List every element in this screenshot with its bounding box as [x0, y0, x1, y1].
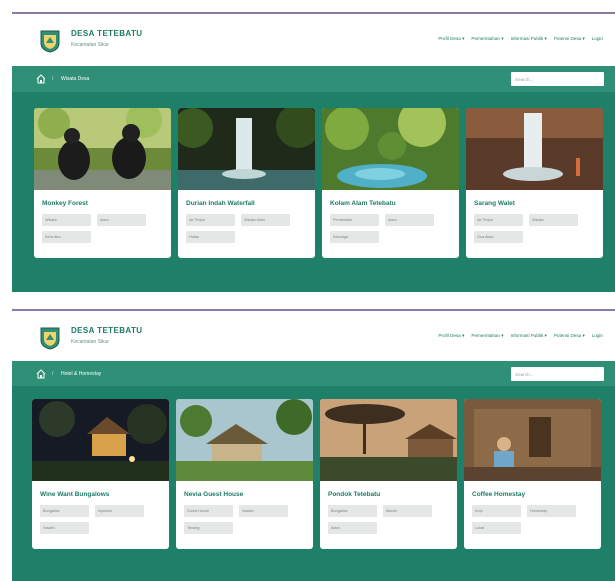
card-tags: Air Terjun Wisata Gua Alam — [466, 214, 603, 243]
card-grid: Monkey Forest Wisata Alam Kera Abu Duria… — [12, 92, 615, 292]
card-photo — [32, 399, 169, 481]
card-title: Durian Indah Waterfall — [186, 200, 255, 207]
home-icon[interactable] — [36, 369, 46, 379]
breadcrumb-current: Wisata Desa — [61, 76, 90, 82]
nav-informasi-publik[interactable]: Informasi Publik ▾ — [511, 36, 547, 42]
screen-hotel-homestay: DESA TETEBATU Kecamatan Sikur Profil Des… — [12, 309, 615, 581]
nav-profil-desa[interactable]: Profil Desa ▾ — [438, 36, 464, 42]
tag: Sawah — [239, 505, 288, 517]
shield-logo-icon[interactable] — [39, 326, 61, 350]
tag: Nyaman — [95, 505, 144, 517]
tag: Homestay — [527, 505, 576, 517]
card-title: Pondok Tetebatu — [328, 491, 381, 498]
site-header: DESA TETEBATU Kecamatan Sikur Profil Des… — [12, 14, 615, 62]
site-title: DESA TETEBATU — [71, 29, 143, 38]
tag: Kera Abu — [42, 231, 91, 243]
card-title: Monkey Forest — [42, 200, 88, 207]
card-monkey-forest[interactable]: Monkey Forest Wisata Alam Kera Abu — [34, 108, 171, 258]
tag: Alam — [97, 214, 146, 226]
card-tags: Bungalow Nyaman Sawah — [32, 505, 169, 534]
card-tags: Wisata Alam Kera Abu — [34, 214, 171, 243]
tag: Lokal — [472, 522, 521, 534]
site-title: DESA TETEBATU — [71, 326, 143, 335]
card-tags: Air Terjun Wisata Alam Hutan — [178, 214, 315, 243]
nav-login[interactable]: Login — [592, 333, 603, 339]
site-subtitle: Kecamatan Sikur — [71, 339, 110, 345]
page: DESA TETEBATU Kecamatan Sikur Profil Des… — [0, 0, 615, 581]
tag: Air Terjun — [474, 214, 523, 226]
tag: Sawah — [40, 522, 89, 534]
nav-login[interactable]: Login — [592, 36, 603, 42]
card-kolam-alam-tetebatu[interactable]: Kolam Alam Tetebatu Pemandian Alam Kelua… — [322, 108, 459, 258]
tag: Wisata — [42, 214, 91, 226]
tag: Hutan — [186, 231, 235, 243]
card-grid: Wine Want Bungalows Bungalow Nyaman Sawa… — [12, 386, 615, 581]
tag: Alam — [328, 522, 377, 534]
tag: Kopi — [472, 505, 521, 517]
card-title: Coffee Homestay — [472, 491, 526, 498]
breadcrumb: / Hotel & Homestay — [12, 361, 615, 386]
card-sarang-walet[interactable]: Sarang Walet Air Terjun Wisata Gua Alam — [466, 108, 603, 258]
tag: Murah — [383, 505, 432, 517]
card-photo — [176, 399, 313, 481]
breadcrumb-current: Hotel & Homestay — [61, 371, 102, 377]
breadcrumb-separator: / — [52, 76, 54, 82]
card-pondok-tetebatu[interactable]: Pondok Tetebatu Bungalow Murah Alam — [320, 399, 457, 549]
card-tags: Pemandian Alam Keluarga — [322, 214, 459, 243]
tag: Bungalow — [40, 505, 89, 517]
tag: Wisata Alam — [241, 214, 290, 226]
home-icon[interactable] — [36, 74, 46, 84]
tag: Keluarga — [330, 231, 379, 243]
brand[interactable]: DESA TETEBATU Kecamatan Sikur — [71, 326, 142, 346]
card-coffee-homestay[interactable]: Coffee Homestay Kopi Homestay Lokal — [464, 399, 601, 549]
screen-wisata-desa: DESA TETEBATU Kecamatan Sikur Profil Des… — [12, 12, 615, 292]
card-tags: Bungalow Murah Alam — [320, 505, 457, 534]
card-title: Wine Want Bungalows — [40, 491, 110, 498]
card-nevia-guest-house[interactable]: Nevia Guest House Guest House Sawah Tena… — [176, 399, 313, 549]
breadcrumb-separator: / — [52, 371, 54, 377]
card-photo — [320, 399, 457, 481]
main-nav: Profil Desa ▾ Pemerintahan ▾ Informasi P… — [438, 333, 603, 339]
nav-pemerintahan[interactable]: Pemerintahan ▾ — [471, 36, 503, 42]
main-nav: Profil Desa ▾ Pemerintahan ▾ Informasi P… — [438, 36, 603, 42]
shield-logo-icon[interactable] — [39, 29, 61, 53]
card-title: Kolam Alam Tetebatu — [330, 200, 396, 207]
nav-potensi-desa[interactable]: Potensi Desa ▾ — [554, 36, 585, 42]
tag: Pemandian — [330, 214, 379, 226]
tag: Air Terjun — [186, 214, 235, 226]
card-wine-want-bungalows[interactable]: Wine Want Bungalows Bungalow Nyaman Sawa… — [32, 399, 169, 549]
nav-potensi-desa[interactable]: Potensi Desa ▾ — [554, 333, 585, 339]
nav-profil-desa[interactable]: Profil Desa ▾ — [438, 333, 464, 339]
tag: Guest House — [184, 505, 233, 517]
card-title: Sarang Walet — [474, 200, 515, 207]
card-title: Nevia Guest House — [184, 491, 244, 498]
card-photo — [464, 399, 601, 481]
tag: Wisata — [529, 214, 578, 226]
nav-informasi-publik[interactable]: Informasi Publik ▾ — [511, 333, 547, 339]
tag: Tenang — [184, 522, 233, 534]
card-photo — [322, 108, 459, 190]
card-photo — [466, 108, 603, 190]
tag: Gua Alam — [474, 231, 523, 243]
search-input[interactable] — [511, 367, 604, 381]
search-input[interactable] — [511, 72, 604, 86]
card-durian-indah-waterfall[interactable]: Durian Indah Waterfall Air Terjun Wisata… — [178, 108, 315, 258]
card-tags: Guest House Sawah Tenang — [176, 505, 313, 534]
card-photo — [34, 108, 171, 190]
site-header: DESA TETEBATU Kecamatan Sikur Profil Des… — [12, 311, 615, 359]
card-tags: Kopi Homestay Lokal — [464, 505, 601, 534]
tag: Alam — [385, 214, 434, 226]
breadcrumb: / Wisata Desa — [12, 66, 615, 92]
card-photo — [178, 108, 315, 190]
site-subtitle: Kecamatan Sikur — [71, 42, 110, 48]
tag: Bungalow — [328, 505, 377, 517]
brand[interactable]: DESA TETEBATU Kecamatan Sikur — [71, 29, 142, 49]
nav-pemerintahan[interactable]: Pemerintahan ▾ — [471, 333, 503, 339]
